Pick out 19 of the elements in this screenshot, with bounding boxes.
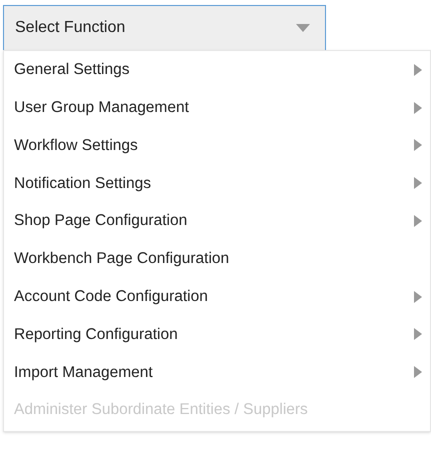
menu-item[interactable]: Reporting Configuration — [4, 316, 430, 354]
menu-item[interactable]: Workbench Page Configuration — [4, 240, 430, 278]
caret-icon — [296, 24, 310, 32]
submenu-arrow-icon — [414, 102, 422, 114]
menu-item[interactable]: User Group Management — [4, 88, 430, 127]
menu-item[interactable]: Shop Page Configuration — [4, 202, 430, 240]
submenu-arrow-icon — [414, 177, 422, 190]
menu-item[interactable]: Notification Settings — [4, 164, 430, 202]
submenu-arrow-icon — [414, 366, 422, 378]
menu-item[interactable]: General Settings — [4, 51, 430, 89]
submenu-arrow-icon — [414, 64, 422, 76]
submenu-arrow-icon — [414, 139, 422, 152]
function-select[interactable]: Select Function — [3, 5, 326, 50]
submenu-arrow-icon — [414, 328, 422, 340]
menu-item[interactable]: Import Management — [4, 353, 430, 392]
menu-item[interactable]: Account Code Configuration — [4, 278, 430, 316]
menu-item[interactable]: Workflow Settings — [4, 126, 430, 164]
submenu-arrow-icon — [414, 290, 422, 303]
submenu-arrow-icon — [414, 215, 422, 228]
